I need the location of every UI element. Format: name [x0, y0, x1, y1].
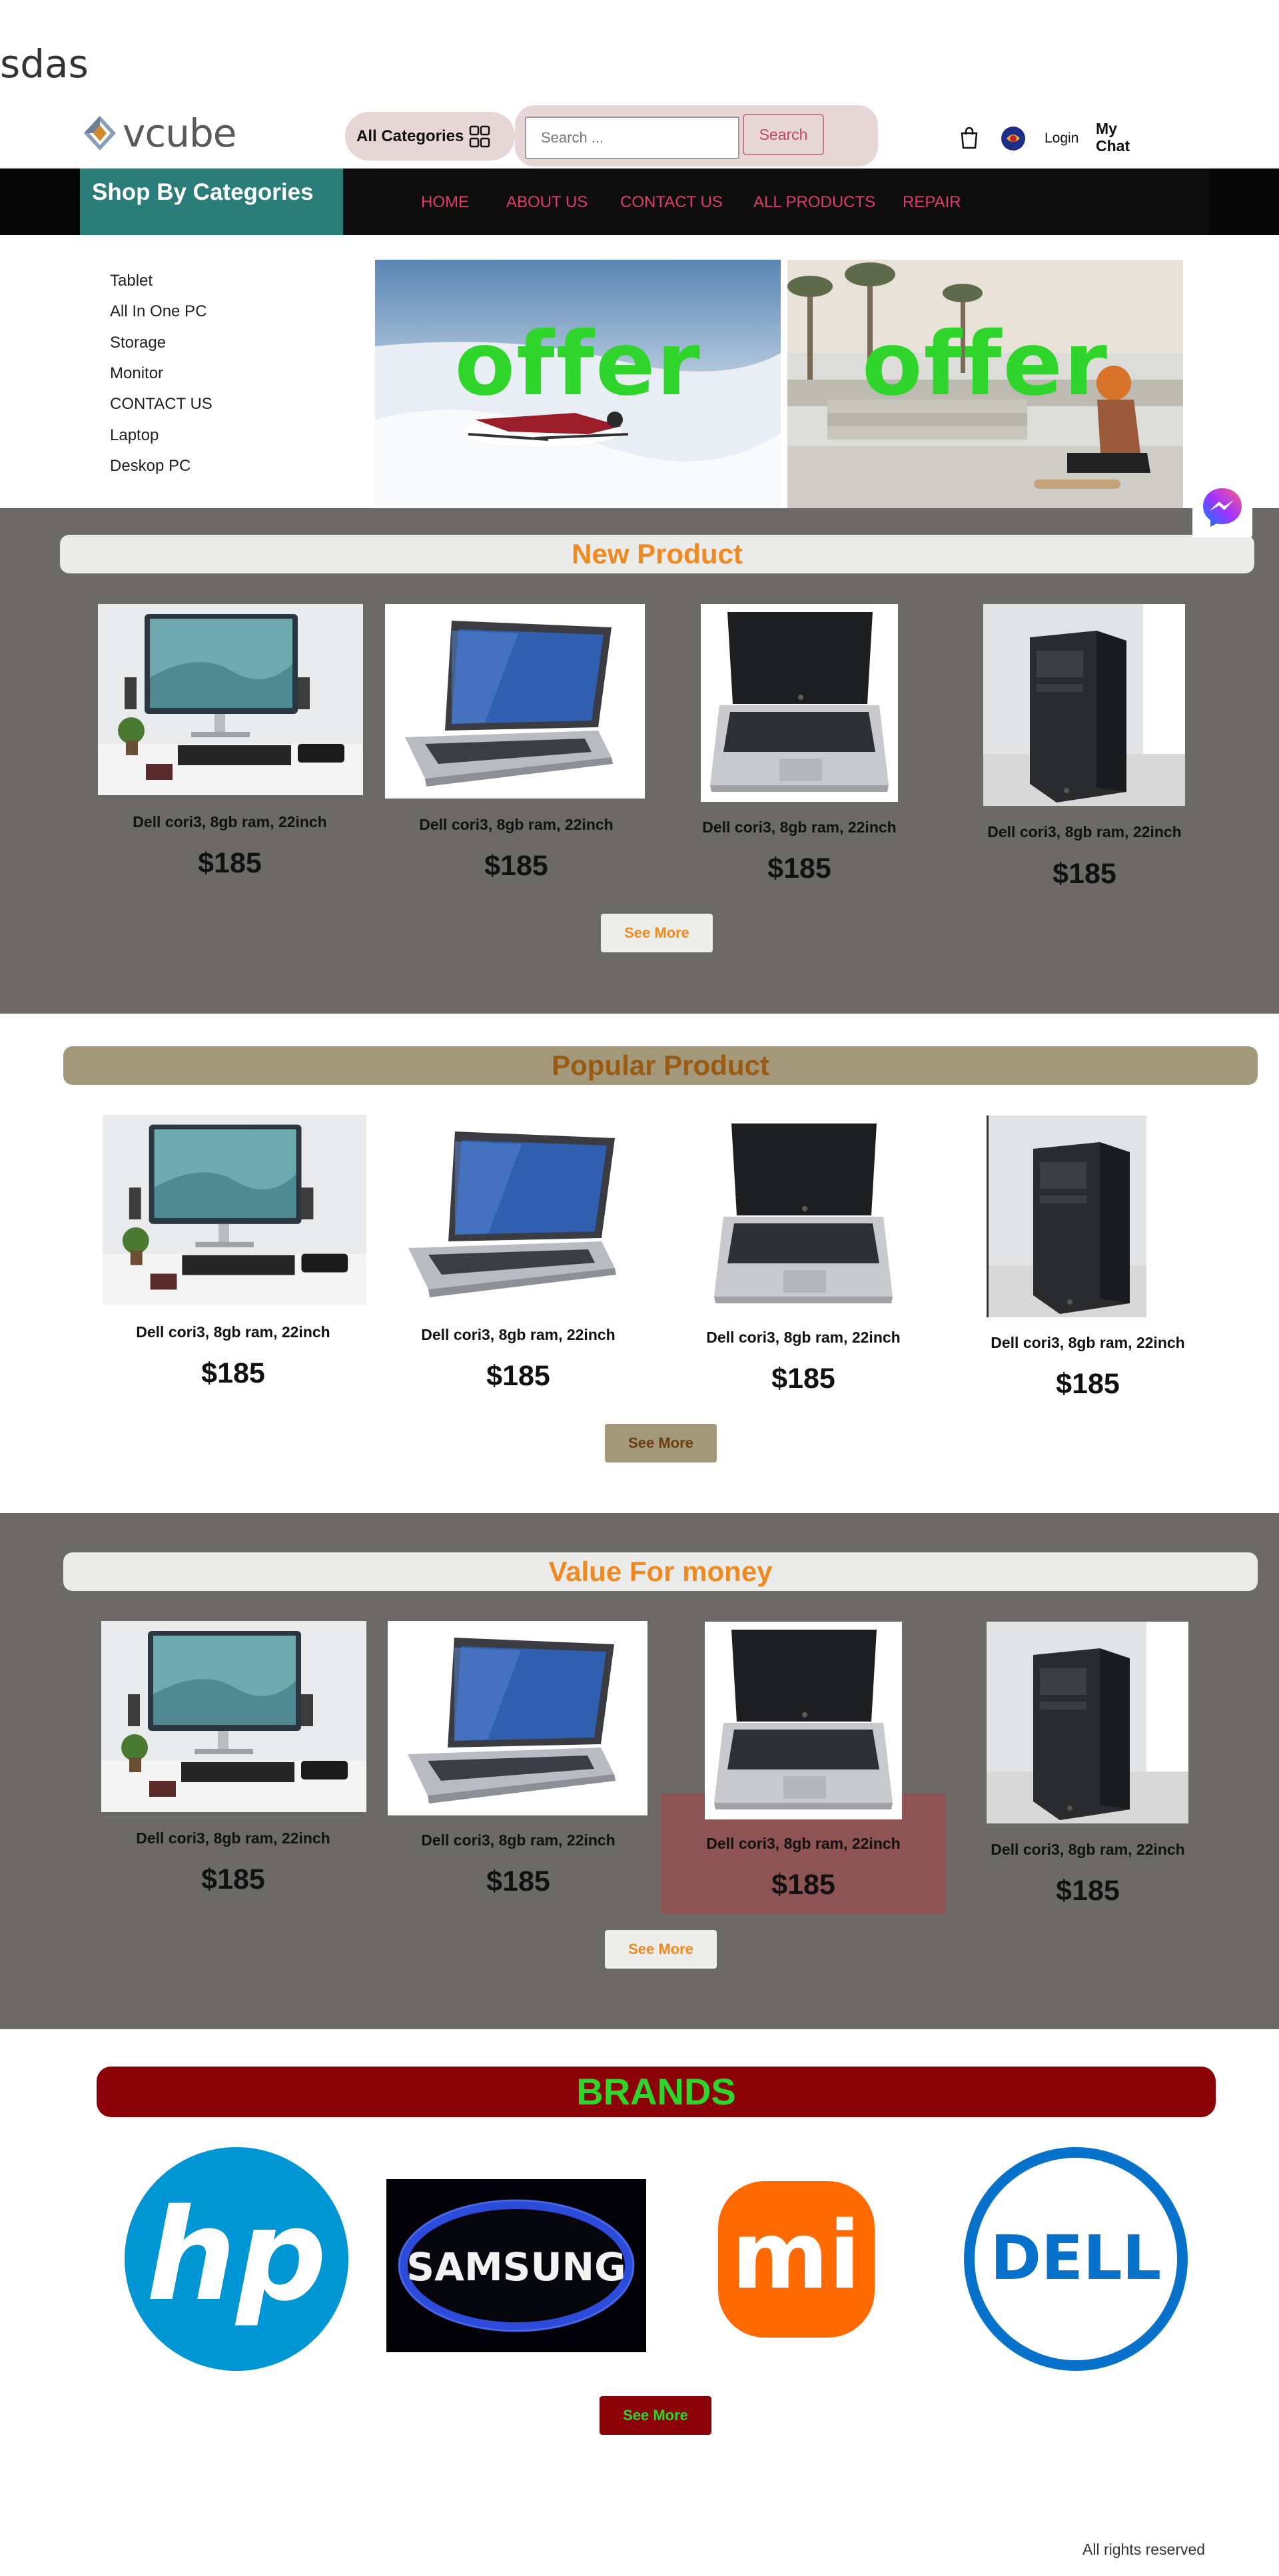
product-image-laptop-hp[interactable] — [701, 604, 898, 802]
sidebar-item-tablet[interactable]: Tablet — [110, 272, 153, 290]
sidebar-item-storage[interactable]: Storage — [110, 334, 166, 352]
search-input[interactable] — [525, 117, 739, 159]
sidebar-item-deskop-pc[interactable]: Deskop PC — [110, 457, 191, 476]
samsung-logo[interactable]: SAMSUNG — [386, 2179, 646, 2352]
product-name: Dell cori3, 8gb ram, 22inch — [702, 818, 897, 836]
section-title: Popular Product — [63, 1046, 1258, 1085]
nav-all-products[interactable]: ALL PRODUCTS — [753, 193, 875, 212]
product-name: Dell cori3, 8gb ram, 22inch — [991, 1841, 1185, 1858]
sidebar-item-all-in-one-pc[interactable]: All In One PC — [110, 302, 207, 321]
value-for-money-section: Value For money Dell cori3, 8gb ram, 22i… — [0, 1513, 1279, 2029]
samsung-logo-text: SAMSUNG — [406, 2244, 626, 2290]
nav-about-us[interactable]: ABOUT US — [506, 193, 588, 212]
messenger-chat-button[interactable] — [1192, 478, 1252, 537]
hp-logo-text: hp — [146, 2182, 326, 2329]
my-chat-link[interactable]: My Chat — [1096, 120, 1130, 155]
product-name: Dell cori3, 8gb ram, 22inch — [136, 1829, 330, 1847]
login-link[interactable]: Login — [1045, 131, 1078, 147]
offer-banner-skate[interactable]: offer — [787, 260, 1183, 509]
see-more-button[interactable]: See More — [601, 914, 713, 952]
product-name: Dell cori3, 8gb ram, 22inch — [419, 816, 614, 833]
product-image-laptop-hp[interactable] — [705, 1116, 902, 1313]
grid-icon — [470, 125, 490, 147]
brands-title: BRANDS — [97, 2067, 1216, 2117]
offer-text: offer — [861, 313, 1109, 416]
language-flag-icon[interactable] — [1000, 125, 1027, 152]
product-name: Dell cori3, 8gb ram, 22inch — [706, 1835, 901, 1852]
product-name: Dell cori3, 8gb ram, 22inch — [991, 1334, 1185, 1351]
product-name: Dell cori3, 8gb ram, 22inch — [421, 1831, 616, 1849]
product-price: $185 — [771, 1869, 835, 1901]
nav-repair[interactable]: REPAIR — [903, 193, 961, 212]
popular-product-section: Popular Product Dell cori3, 8gb ram, 22i… — [0, 1014, 1279, 1513]
offer-banner-ski[interactable]: offer — [375, 260, 781, 509]
product-name: Dell cori3, 8gb ram, 22inch — [421, 1326, 616, 1343]
my-chat-line-1: My — [1096, 120, 1117, 137]
product-image-laptop-silver[interactable] — [385, 604, 645, 799]
logo-text: vcube — [123, 111, 236, 156]
product-price: $185 — [767, 852, 831, 884]
shop-by-categories[interactable]: Shop By Categories — [80, 168, 343, 235]
brands-see-more-button[interactable]: See More — [600, 2396, 711, 2435]
xiaomi-logo-text: mi — [731, 2202, 861, 2310]
product-image-desktop-tower[interactable] — [987, 1622, 1188, 1823]
product-name: Dell cori3, 8gb ram, 22inch — [136, 1323, 330, 1341]
product-price: $185 — [486, 1865, 550, 1897]
search-button[interactable]: Search — [743, 114, 824, 155]
product-name: Dell cori3, 8gb ram, 22inch — [133, 813, 327, 830]
nav-contact-us[interactable]: CONTACT US — [620, 193, 723, 212]
vcube-logo-mark-icon — [84, 116, 116, 151]
product-price: $185 — [201, 1863, 265, 1895]
product-price: $185 — [484, 850, 548, 882]
dell-logo-text: DELL — [991, 2222, 1161, 2294]
product-price: $185 — [486, 1360, 550, 1392]
nav-home[interactable]: HOME — [421, 193, 469, 212]
sidebar-item-monitor[interactable]: Monitor — [110, 364, 163, 383]
product-price: $185 — [771, 1363, 835, 1395]
all-categories-dropdown[interactable]: All Categories — [345, 112, 515, 161]
xiaomi-logo[interactable]: mi — [718, 2181, 875, 2338]
product-price: $185 — [201, 1357, 265, 1389]
sidebar-item-contact-us[interactable]: CONTACT US — [110, 395, 213, 414]
product-image-laptop-hp[interactable] — [705, 1622, 902, 1819]
product-image-desk-setup[interactable] — [98, 604, 363, 795]
product-image-desk-setup[interactable] — [103, 1114, 366, 1305]
product-name: Dell cori3, 8gb ram, 22inch — [987, 823, 1182, 840]
page-top-text: sdas — [0, 41, 89, 87]
new-product-section: New Product Dell cori3, 8gb ram, 22inch — [0, 508, 1279, 1014]
hp-logo[interactable]: hp — [123, 2146, 350, 2372]
offer-text: offer — [454, 313, 701, 416]
product-price: $185 — [1056, 1368, 1120, 1400]
product-image-desktop-tower[interactable] — [983, 604, 1185, 806]
section-title: New Product — [60, 535, 1254, 573]
all-categories-label: All Categories — [356, 127, 464, 145]
shopping-bag-icon[interactable] — [959, 127, 979, 149]
my-chat-line-2: Chat — [1096, 137, 1130, 155]
product-price: $185 — [1053, 858, 1116, 890]
messenger-icon — [1203, 488, 1242, 527]
dell-logo[interactable]: DELL — [963, 2146, 1189, 2372]
product-name: Dell cori3, 8gb ram, 22inch — [706, 1329, 901, 1346]
product-image-desk-setup[interactable] — [101, 1621, 366, 1812]
section-title: Value For money — [63, 1552, 1258, 1591]
sidebar-item-laptop[interactable]: Laptop — [110, 426, 159, 445]
product-image-desktop-tower[interactable] — [987, 1116, 1146, 1317]
product-price: $185 — [1056, 1875, 1120, 1907]
vcube-logo[interactable]: vcube — [80, 110, 240, 157]
see-more-button[interactable]: See More — [605, 1930, 717, 1969]
product-price: $185 — [198, 847, 262, 879]
see-more-button[interactable]: See More — [605, 1424, 717, 1462]
product-image-laptop-silver[interactable] — [388, 1115, 649, 1309]
footer-copyright: All rights reserved — [1082, 2541, 1206, 2558]
product-image-laptop-silver[interactable] — [388, 1621, 647, 1815]
